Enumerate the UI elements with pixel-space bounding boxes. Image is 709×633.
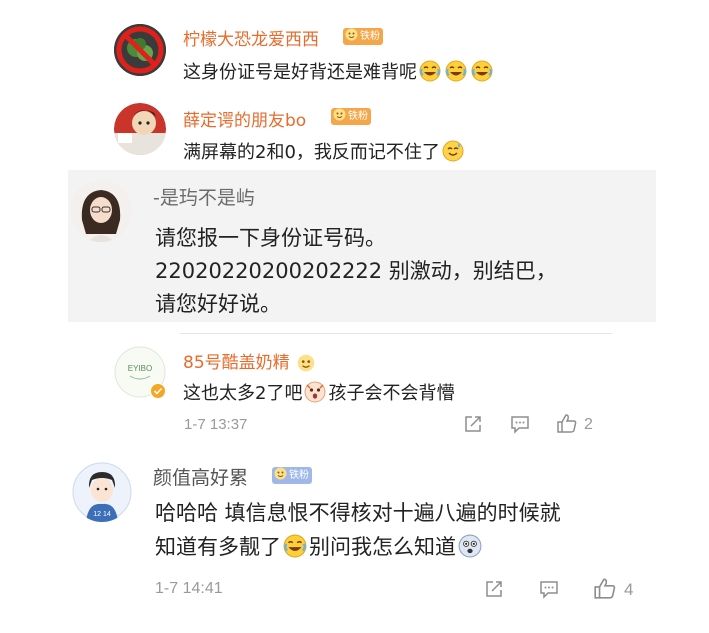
comment-text-line: 哈哈哈 填信息恨不得核对十遍八遍的时候就 [155, 501, 561, 525]
laugh-cry-emoji [445, 60, 467, 82]
fan-badge: 铁粉 [272, 467, 312, 484]
comment-text-line: 知道有多靓了 别问我怎么知道 [155, 531, 484, 564]
comment-author[interactable]: 柠檬大恐龙爱西西 [183, 25, 319, 50]
avatar-image [70, 180, 132, 242]
svg-text:12 14: 12 14 [93, 511, 111, 518]
svg-text:EYIBO: EYIBO [128, 364, 152, 373]
no-sign-icon [114, 24, 166, 76]
sweat-smile-emoji [442, 140, 464, 162]
comment-author[interactable]: 85号酷盖奶精 [183, 348, 317, 373]
verified-icon [150, 383, 166, 399]
fan-badge-icon [297, 354, 315, 372]
comment-text-line: 请您报一下身份证号码。 [155, 226, 386, 250]
like-count: 2 [584, 416, 593, 433]
comment-icon[interactable] [538, 578, 560, 600]
laugh-cry-emoji [471, 60, 493, 82]
avatar-image: 12 14 [72, 462, 132, 522]
comment-author[interactable]: 薛定谔的朋友bo [183, 106, 306, 131]
avatar-image [114, 103, 166, 155]
divider [180, 333, 612, 334]
fan-badge-icon [333, 108, 346, 121]
avatar[interactable] [70, 180, 132, 242]
avatar[interactable] [114, 103, 166, 155]
share-icon[interactable] [462, 413, 484, 435]
avatar[interactable]: 12 14 [72, 462, 132, 522]
comment-time: 1-7 14:41 [155, 580, 223, 597]
fan-badge-icon [345, 28, 358, 41]
avatar[interactable] [114, 24, 166, 76]
comment-author[interactable]: -是玙不是屿 [153, 183, 255, 210]
laugh-cry-emoji [419, 60, 441, 82]
shocked-emoji [304, 381, 326, 403]
like-icon[interactable] [593, 576, 617, 600]
like-count: 4 [624, 580, 634, 599]
comment-text: 这也太多2了吧 孩子会不会背懵 [183, 381, 455, 404]
share-icon[interactable] [483, 578, 505, 600]
comment-text: 满屏幕的2和0，我反而记不住了 [183, 138, 466, 164]
comment-time: 1-7 13:37 [184, 416, 248, 433]
scared-emoji [458, 534, 482, 558]
comment-author[interactable]: 颜值高好累 [153, 463, 248, 490]
comment-text-line: 22020220200202222 别激动，别结巴， [155, 259, 557, 283]
like-icon[interactable] [556, 412, 578, 434]
laugh-cry-emoji [283, 534, 307, 558]
comment-text-line: 请您好好说。 [155, 292, 281, 316]
comment-text: 这身份证号是好背还是难背呢 [183, 58, 495, 84]
comment-icon[interactable] [509, 413, 531, 435]
fan-badge-icon [274, 467, 287, 480]
fan-badge: 铁粉 [343, 28, 383, 45]
fan-badge: 铁粉 [331, 108, 371, 125]
